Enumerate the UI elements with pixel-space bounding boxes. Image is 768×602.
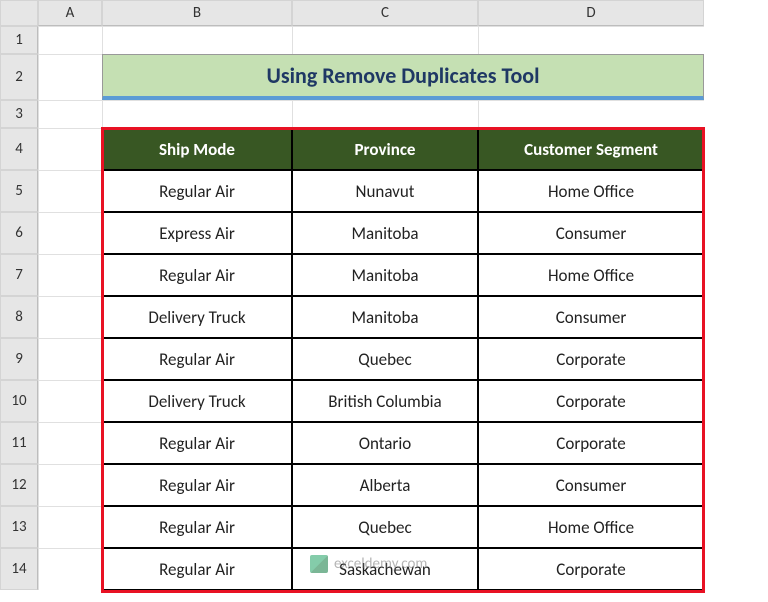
watermark: exceldemy.com: [310, 555, 427, 573]
cell-C10[interactable]: British Columbia: [292, 380, 478, 422]
header-province[interactable]: Province: [292, 128, 478, 170]
row-header-2[interactable]: 2: [0, 54, 38, 100]
cell-D14[interactable]: Corporate: [478, 548, 704, 590]
cell-B13[interactable]: Regular Air: [102, 506, 292, 548]
row-header-9[interactable]: 9: [0, 338, 38, 380]
cell-D12[interactable]: Consumer: [478, 464, 704, 506]
cell-D13[interactable]: Home Office: [478, 506, 704, 548]
cell-A13[interactable]: [38, 506, 102, 548]
cell-C8[interactable]: Manitoba: [292, 296, 478, 338]
cell-A6[interactable]: [38, 212, 102, 254]
cell-D11[interactable]: Corporate: [478, 422, 704, 464]
cell-C1[interactable]: [292, 26, 478, 54]
cell-C11[interactable]: Ontario: [292, 422, 478, 464]
cell-C5[interactable]: Nunavut: [292, 170, 478, 212]
cell-C9[interactable]: Quebec: [292, 338, 478, 380]
row-header-1[interactable]: 1: [0, 26, 38, 54]
cell-D10[interactable]: Corporate: [478, 380, 704, 422]
cell-A10[interactable]: [38, 380, 102, 422]
cell-B11[interactable]: Regular Air: [102, 422, 292, 464]
col-header-A[interactable]: A: [38, 0, 102, 26]
row-header-7[interactable]: 7: [0, 254, 38, 296]
cell-A7[interactable]: [38, 254, 102, 296]
cell-D7[interactable]: Home Office: [478, 254, 704, 296]
cell-B1[interactable]: [102, 26, 292, 54]
spreadsheet-grid: A B C D 1 2 Using Remove Duplicates Tool…: [0, 0, 768, 590]
col-header-B[interactable]: B: [102, 0, 292, 26]
row-header-3[interactable]: 3: [0, 100, 38, 128]
cell-D8[interactable]: Consumer: [478, 296, 704, 338]
row-header-4[interactable]: 4: [0, 128, 38, 170]
cell-A5[interactable]: [38, 170, 102, 212]
cell-C7[interactable]: Manitoba: [292, 254, 478, 296]
cell-B6[interactable]: Express Air: [102, 212, 292, 254]
row-header-14[interactable]: 14: [0, 548, 38, 590]
cell-D9[interactable]: Corporate: [478, 338, 704, 380]
watermark-text: exceldemy.com: [334, 555, 427, 573]
cell-A8[interactable]: [38, 296, 102, 338]
header-ship-mode[interactable]: Ship Mode: [102, 128, 292, 170]
cell-B14[interactable]: Regular Air: [102, 548, 292, 590]
cell-C6[interactable]: Manitoba: [292, 212, 478, 254]
header-customer-segment[interactable]: Customer Segment: [478, 128, 704, 170]
row-header-12[interactable]: 12: [0, 464, 38, 506]
cell-D5[interactable]: Home Office: [478, 170, 704, 212]
cell-C12[interactable]: Alberta: [292, 464, 478, 506]
excel-icon: [310, 555, 328, 573]
cell-A14[interactable]: [38, 548, 102, 590]
cell-B12[interactable]: Regular Air: [102, 464, 292, 506]
title-cell[interactable]: Using Remove Duplicates Tool: [102, 54, 704, 100]
cell-A1[interactable]: [38, 26, 102, 54]
cell-C13[interactable]: Quebec: [292, 506, 478, 548]
cell-A12[interactable]: [38, 464, 102, 506]
cell-B3[interactable]: [102, 100, 292, 128]
cell-A11[interactable]: [38, 422, 102, 464]
cell-A2[interactable]: [38, 54, 102, 100]
cell-D1[interactable]: [478, 26, 704, 54]
col-header-C[interactable]: C: [292, 0, 478, 26]
cell-A3[interactable]: [38, 100, 102, 128]
cell-A9[interactable]: [38, 338, 102, 380]
cell-D6[interactable]: Consumer: [478, 212, 704, 254]
row-header-13[interactable]: 13: [0, 506, 38, 548]
cell-B5[interactable]: Regular Air: [102, 170, 292, 212]
col-header-D[interactable]: D: [478, 0, 704, 26]
select-all-corner[interactable]: [0, 0, 38, 26]
cell-D3[interactable]: [478, 100, 704, 128]
cell-B9[interactable]: Regular Air: [102, 338, 292, 380]
row-header-11[interactable]: 11: [0, 422, 38, 464]
cell-A4[interactable]: [38, 128, 102, 170]
row-header-6[interactable]: 6: [0, 212, 38, 254]
row-header-10[interactable]: 10: [0, 380, 38, 422]
cell-C3[interactable]: [292, 100, 478, 128]
row-header-5[interactable]: 5: [0, 170, 38, 212]
row-header-8[interactable]: 8: [0, 296, 38, 338]
cell-B10[interactable]: Delivery Truck: [102, 380, 292, 422]
cell-B8[interactable]: Delivery Truck: [102, 296, 292, 338]
cell-B7[interactable]: Regular Air: [102, 254, 292, 296]
